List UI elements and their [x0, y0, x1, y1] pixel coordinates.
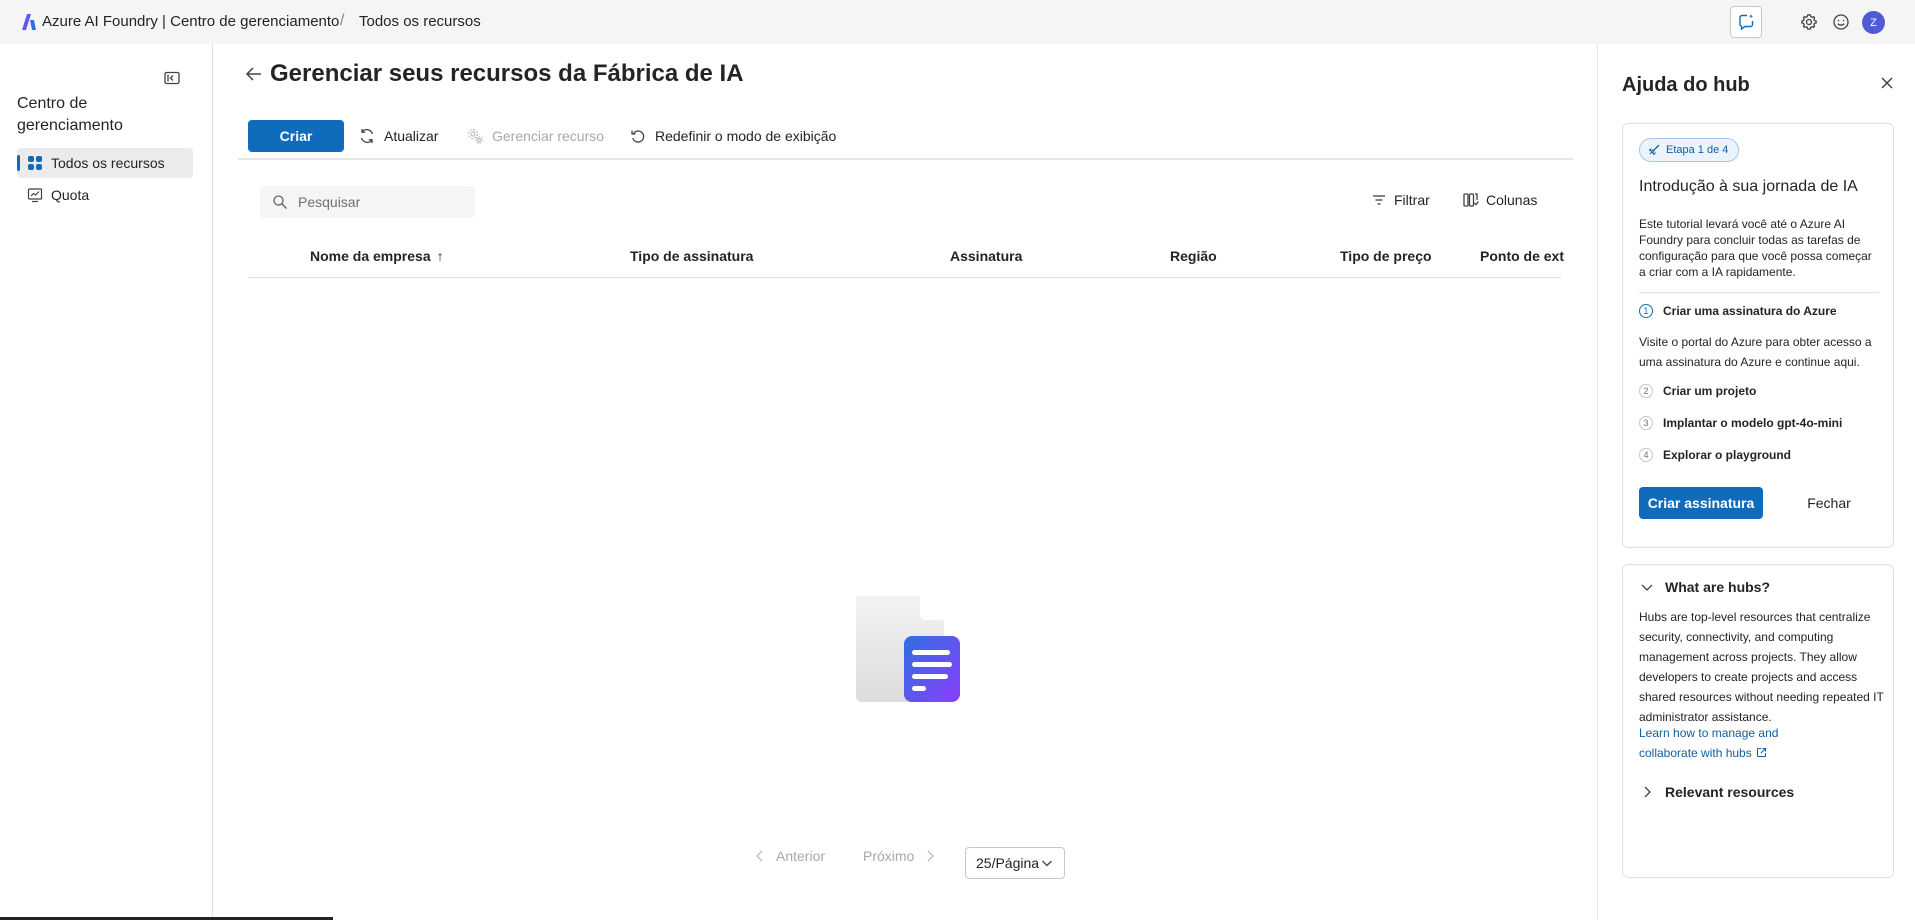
empty-state-document-icon	[856, 596, 960, 702]
next-label: Próximo	[863, 848, 915, 864]
settings-button[interactable]	[1795, 8, 1823, 36]
relevant-resources-accordion-header[interactable]: Relevant resources	[1639, 784, 1794, 800]
table-header: Nome da empresa ↑ Tipo de assinatura Assi…	[248, 238, 1564, 278]
refresh-button[interactable]: Atualizar	[358, 120, 438, 152]
step-badge-label: Etapa 1 de 4	[1666, 144, 1729, 156]
chevron-down-icon	[1042, 860, 1052, 867]
hubs-info-card: What are hubs? Hubs are top-level resour…	[1622, 564, 1894, 878]
sidebar-item-quota[interactable]: Quota	[17, 180, 193, 210]
breadcrumb-separator: /	[340, 12, 345, 29]
undo-icon	[629, 127, 647, 145]
avatar[interactable]: Z	[1862, 11, 1885, 34]
filter-button[interactable]: Filtrar	[1370, 191, 1430, 209]
back-button[interactable]	[244, 64, 264, 84]
sidebar-item-all-resources[interactable]: Todos os recursos	[17, 148, 193, 178]
azure-ai-logo-icon	[22, 14, 36, 30]
step-number: 4	[1639, 448, 1653, 462]
previous-page-button[interactable]: Anterior	[752, 848, 825, 864]
column-header-company[interactable]: Nome da empresa ↑	[310, 248, 444, 264]
chevron-left-icon	[756, 850, 763, 862]
page-size-dropdown[interactable]: 25/Página	[965, 847, 1065, 879]
step-number: 2	[1639, 384, 1653, 398]
previous-label: Anterior	[776, 848, 826, 864]
command-bar: Criar Atualizar Gerenciar recurso Redefi…	[238, 116, 1573, 160]
breadcrumb-current[interactable]: Todos os recursos	[359, 13, 481, 30]
app-title[interactable]: Azure AI Foundry | Centro de gerenciamen…	[42, 13, 339, 30]
manage-hubs-link[interactable]: Learn how to manage and collaborate with…	[1639, 723, 1839, 763]
next-page-button[interactable]: Próximo	[863, 848, 938, 864]
hubs-accordion-header[interactable]: What are hubs?	[1639, 579, 1770, 595]
gauge-icon	[27, 187, 43, 203]
sidebar-item-label: Todos os recursos	[51, 155, 165, 171]
help-panel-title: Ajuda do hub	[1622, 74, 1750, 96]
tutorial-heading: Introdução à sua jornada de IA	[1639, 178, 1858, 195]
create-button[interactable]: Criar	[248, 120, 344, 152]
column-header-region[interactable]: Região	[1170, 248, 1217, 264]
tutorial-step[interactable]: 3 Implantar o modelo gpt-4o-mini	[1639, 416, 1842, 430]
tutorial-step[interactable]: 4 Explorar o playground	[1639, 448, 1791, 462]
column-header-subscription-type[interactable]: Tipo de assinatura	[630, 248, 753, 264]
smile-icon	[1833, 14, 1849, 30]
tutorial-intro: Este tutorial levará você até o Azure AI…	[1639, 217, 1872, 279]
divider	[1639, 292, 1879, 293]
tutorial-step[interactable]: 2 Criar um projeto	[1639, 384, 1756, 398]
hubs-heading: What are hubs?	[1665, 579, 1771, 595]
feedback-button[interactable]	[1827, 8, 1855, 36]
refresh-label: Atualizar	[384, 128, 439, 144]
close-panel-button[interactable]	[1878, 74, 1898, 94]
step-label: Criar uma assinatura do Azure	[1663, 304, 1837, 318]
step-description: Visite o portal do Azure para obter aces…	[1639, 335, 1872, 369]
arrow-left-icon	[245, 67, 261, 81]
panel-collapse-icon	[164, 71, 180, 85]
step-badge: Etapa 1 de 4	[1639, 138, 1740, 162]
close-tutorial-button[interactable]: Fechar	[1779, 487, 1879, 519]
columns-label: Colunas	[1486, 192, 1538, 208]
chat-feedback-icon	[1739, 14, 1754, 31]
top-bar: Azure AI Foundry | Centro de gerenciamen…	[0, 0, 1915, 44]
manage-resource-button[interactable]: Gerenciar recurso	[466, 120, 604, 152]
column-header-subscription[interactable]: Assinatura	[950, 248, 1022, 264]
external-link-icon	[1756, 748, 1766, 757]
refresh-icon	[358, 127, 376, 145]
reset-view-button[interactable]: Redefinir o modo de exibição	[629, 120, 836, 152]
create-subscription-button[interactable]: Criar assinatura	[1639, 487, 1763, 519]
columns-icon	[1462, 191, 1480, 209]
gears-icon	[466, 127, 484, 145]
hubs-description: Hubs are top-level resources that centra…	[1639, 610, 1884, 724]
page-size-value: 25/Página	[976, 855, 1040, 871]
manage-resource-label: Gerenciar recurso	[492, 128, 605, 144]
reset-view-label: Redefinir o modo de exibição	[655, 128, 837, 144]
sidebar-item-label: Quota	[51, 187, 90, 203]
help-panel: Ajuda do hub Etapa 1 de 4 Introdução à s…	[1598, 44, 1915, 920]
grid-icon	[27, 155, 43, 171]
chevron-right-icon	[1639, 784, 1655, 800]
nav-title: Centro de gerenciamento	[17, 95, 123, 134]
column-header-pricing-tier[interactable]: Tipo de preço	[1340, 248, 1432, 264]
column-header-endpoint[interactable]: Ponto de ext	[1480, 248, 1564, 264]
search-icon	[272, 194, 288, 210]
chevron-right-icon	[927, 850, 935, 862]
page-title: Gerenciar seus recursos da Fábrica de IA	[270, 60, 744, 87]
chevron-down-icon	[1639, 579, 1655, 595]
relevant-resources-heading: Relevant resources	[1665, 784, 1795, 800]
search-box[interactable]	[260, 186, 475, 218]
step-label: Explorar o playground	[1663, 448, 1792, 462]
left-nav: Centro de gerenciamento Todos os recurso…	[0, 44, 213, 920]
step-number: 1	[1639, 304, 1653, 318]
filter-label: Filtrar	[1394, 192, 1430, 208]
step-label: Implantar o modelo gpt-4o-mini	[1663, 416, 1843, 430]
search-input[interactable]	[298, 194, 458, 210]
filter-icon	[1370, 191, 1388, 209]
chat-feedback-button[interactable]	[1730, 6, 1762, 38]
step-label: Criar um projeto	[1663, 384, 1757, 398]
tutorial-step[interactable]: 1 Criar uma assinatura do Azure	[1639, 304, 1837, 318]
rocket-icon	[1648, 144, 1660, 156]
sort-ascending-icon: ↑	[436, 248, 444, 264]
step-number: 3	[1639, 416, 1653, 430]
close-icon	[1881, 77, 1893, 89]
collapse-nav-button[interactable]	[163, 69, 183, 89]
tutorial-card: Etapa 1 de 4 Introdução à sua jornada de…	[1622, 123, 1894, 548]
gear-icon	[1801, 14, 1817, 30]
columns-button[interactable]: Colunas	[1462, 191, 1537, 209]
